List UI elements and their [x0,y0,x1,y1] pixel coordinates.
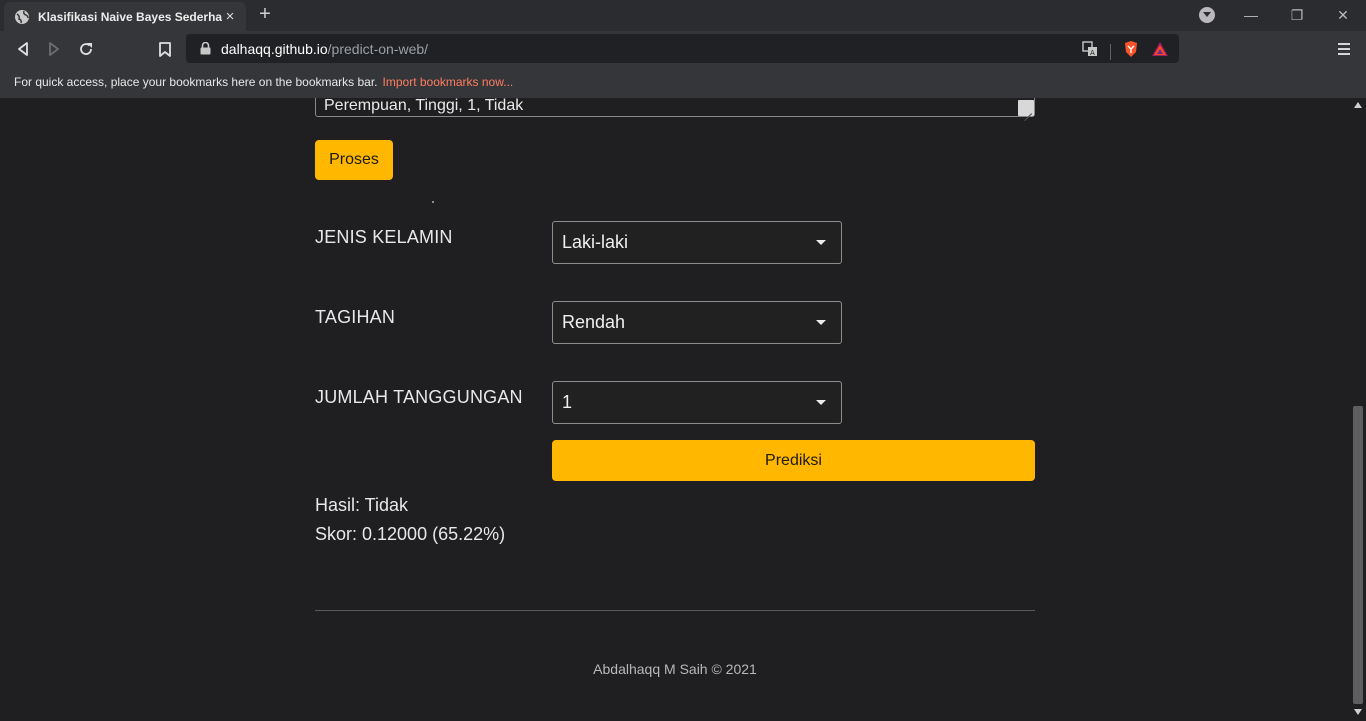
forward-icon[interactable] [43,38,65,60]
close-tab-icon[interactable]: × [222,8,238,25]
chevron-down-icon [816,240,826,245]
brave-rewards-icon[interactable] [1151,41,1169,62]
select-value: Rendah [562,312,626,332]
footer-divider [315,610,1035,611]
bookmark-icon[interactable] [154,38,176,60]
browser-tab[interactable]: Klasifikasi Naive Bayes Sederhana × [4,2,246,31]
page-scrollbar[interactable] [1350,98,1366,721]
footer-credit: Abdalhaqq M Saih © 2021 [593,661,757,677]
url-host: dalhaqq.github.io [221,40,328,57]
brave-shield-icon[interactable] [1123,40,1139,63]
result-hasil: Hasil: Tidak [315,495,409,515]
browser-toolbar: dalhaqq.github.io/predict-on-web/ A [0,31,1366,66]
select-value: 1 [562,392,573,412]
restore-button[interactable]: ❐ [1286,4,1308,26]
label-jumlah-tanggungan: JUMLAH TANGGUNGAN [315,387,523,407]
prediksi-button[interactable]: Prediksi [552,440,1035,481]
bookmarks-hint: For quick access, place your bookmarks h… [14,75,378,89]
resize-grip-icon[interactable] [1018,100,1034,116]
address-bar[interactable]: dalhaqq.github.io/predict-on-web/ A [186,34,1179,63]
select-tagihan[interactable]: Rendah [552,301,842,344]
label-jenis-kelamin: JENIS KELAMIN [315,227,453,247]
dataset-textarea[interactable]: Perempuan, Tinggi, 1, Tidak Perempuan, R… [315,98,1035,117]
chevron-down-icon [816,320,826,325]
back-icon[interactable] [12,38,34,60]
reload-icon[interactable] [75,38,97,60]
tab-title: Klasifikasi Naive Bayes Sederhana [38,9,222,24]
import-bookmarks-link[interactable]: Import bookmarks now... [383,75,514,89]
stray-mark [432,201,434,203]
menu-icon[interactable] [1335,38,1353,60]
url-path: /predict-on-web/ [327,40,429,57]
select-jenis-kelamin[interactable]: Laki-laki [552,221,842,264]
omnibox-divider [1110,43,1111,60]
new-tab-button[interactable]: + [254,4,276,26]
proses-button[interactable]: Proses [315,140,393,180]
globe-icon [14,9,30,25]
label-tagihan: TAGIHAN [315,307,396,327]
result-skor: Skor: 0.12000 (65.22%) [315,524,506,544]
bookmarks-bar: For quick access, place your bookmarks h… [0,66,1366,98]
scroll-down-arrow-icon[interactable] [1354,709,1362,715]
page-viewport: Perempuan, Tinggi, 1, Tidak Perempuan, R… [0,98,1350,721]
svg-text:A: A [1090,49,1095,57]
close-window-button[interactable]: ✕ [1332,4,1354,26]
tab-bar: Klasifikasi Naive Bayes Sederhana × + — … [0,0,1366,31]
lock-icon[interactable] [198,42,212,56]
scroll-thumb[interactable] [1353,406,1363,704]
select-jumlah-tanggungan[interactable]: 1 [552,381,842,424]
minimize-button[interactable]: — [1240,4,1262,26]
translate-icon[interactable]: A [1082,41,1098,62]
tab-search-icon[interactable] [1199,7,1215,23]
chevron-down-icon [816,400,826,405]
scroll-up-arrow-icon[interactable] [1354,102,1362,108]
select-value: Laki-laki [562,232,629,252]
